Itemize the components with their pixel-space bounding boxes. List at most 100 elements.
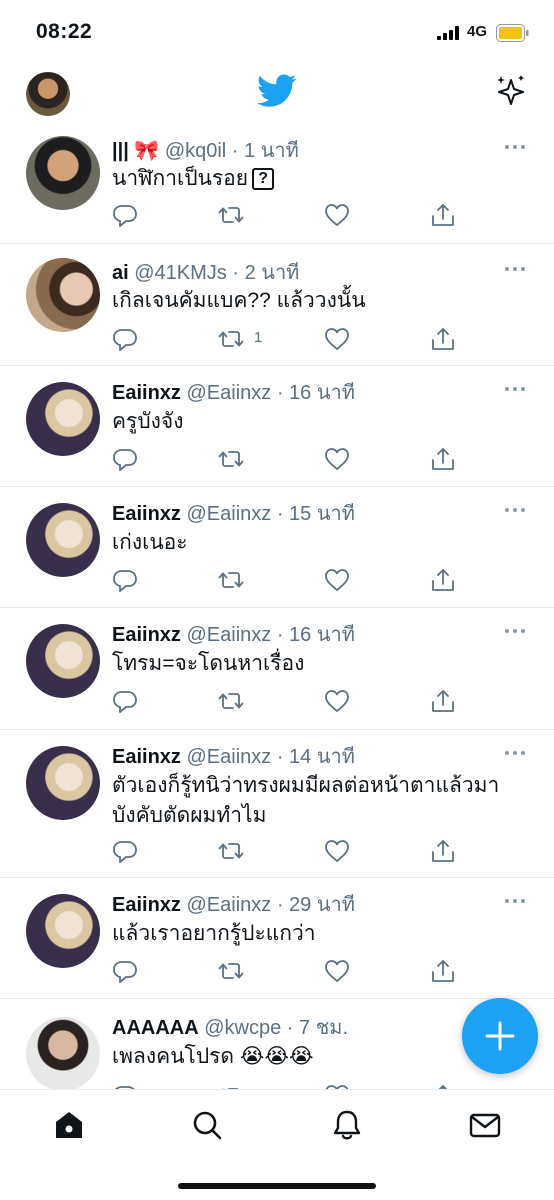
retweet-button[interactable] bbox=[218, 446, 244, 472]
tweet-avatar[interactable] bbox=[26, 624, 100, 698]
tweet[interactable]: Eaiinxz @Eaiinxz · 16 นาที ครูบังจัง bbox=[0, 366, 554, 487]
author-name[interactable]: Eaiinxz bbox=[112, 624, 181, 646]
separator-dot: · bbox=[271, 382, 290, 404]
separator-dot: · bbox=[281, 1017, 300, 1039]
author-name[interactable]: ||| 🎀 bbox=[112, 140, 159, 162]
author-handle[interactable]: @kq0il bbox=[165, 140, 226, 162]
retweet-button[interactable] bbox=[218, 688, 244, 714]
status-time: 08:22 bbox=[36, 20, 93, 43]
author-handle[interactable]: @Eaiinxz bbox=[186, 503, 271, 525]
sparkle-icon[interactable] bbox=[494, 74, 528, 108]
retweet-button[interactable] bbox=[218, 326, 244, 352]
tweet-text-content: ตัวเองก็รู้ทนิว่าทรงผมมีผลต่อหน้าตาแล้วม… bbox=[112, 774, 500, 827]
tweet[interactable]: ai @41KMJs · 2 นาที เกิลเจนคัมแบค?? แล้ว… bbox=[0, 244, 554, 366]
author-handle[interactable]: @Eaiinxz bbox=[186, 382, 271, 404]
author-name[interactable]: Eaiinxz bbox=[112, 894, 181, 916]
profile-avatar[interactable] bbox=[26, 72, 70, 116]
tweet-avatar[interactable] bbox=[26, 503, 100, 577]
heart-icon bbox=[325, 328, 349, 350]
like-button[interactable] bbox=[324, 567, 350, 593]
reply-button[interactable] bbox=[112, 202, 138, 228]
retweet-button[interactable] bbox=[218, 202, 244, 228]
retweet-button[interactable] bbox=[218, 567, 244, 593]
tweet-avatar[interactable] bbox=[26, 1017, 100, 1089]
share-button[interactable] bbox=[430, 688, 456, 714]
tab-search[interactable] bbox=[190, 1108, 224, 1142]
share-icon bbox=[432, 840, 454, 862]
tweet-header: AAAAAA @kwcpe · 7 ชม. bbox=[112, 1011, 494, 1043]
author-name[interactable]: AAAAAA bbox=[112, 1017, 199, 1039]
compose-tweet-button[interactable] bbox=[462, 998, 538, 1074]
more-options-icon[interactable] bbox=[502, 384, 528, 394]
share-button[interactable] bbox=[430, 838, 456, 864]
reply-icon bbox=[113, 329, 137, 351]
like-button[interactable] bbox=[324, 326, 350, 352]
tweet-header: ai @41KMJs · 2 นาที bbox=[112, 256, 494, 288]
tweet[interactable]: Eaiinxz @Eaiinxz · 15 นาที เก่งเนอะ bbox=[0, 487, 554, 608]
more-options-icon[interactable] bbox=[502, 264, 528, 274]
tweet-text-content: นาฬิกาเป็นรอย bbox=[112, 167, 249, 190]
battery-icon bbox=[496, 24, 529, 42]
author-handle[interactable]: @Eaiinxz bbox=[186, 746, 271, 768]
tweet-header: ||| 🎀 @kq0il · 1 นาที bbox=[112, 134, 494, 166]
like-button[interactable] bbox=[324, 202, 350, 228]
heart-icon bbox=[325, 448, 349, 470]
more-options-icon[interactable] bbox=[502, 626, 528, 636]
more-options-icon[interactable] bbox=[502, 142, 528, 152]
reply-button[interactable] bbox=[112, 838, 138, 864]
retweet-button[interactable] bbox=[218, 838, 244, 864]
author-name[interactable]: Eaiinxz bbox=[112, 746, 181, 768]
share-button[interactable] bbox=[430, 446, 456, 472]
author-handle[interactable]: @kwcpe bbox=[204, 1017, 281, 1039]
tweet[interactable]: Eaiinxz @Eaiinxz · 16 นาที โทรม=จะโดนหาเ… bbox=[0, 608, 554, 730]
timeline-feed[interactable]: ||| 🎀 @kq0il · 1 นาที นาฬิกาเป็นรอย? ai … bbox=[0, 126, 554, 1089]
reply-button[interactable] bbox=[112, 446, 138, 472]
author-name[interactable]: Eaiinxz bbox=[112, 503, 181, 525]
separator-dot: · bbox=[271, 894, 290, 916]
tweet-avatar[interactable] bbox=[26, 894, 100, 968]
plus-icon bbox=[485, 1021, 515, 1051]
tweet-actions bbox=[112, 202, 454, 228]
more-options-icon[interactable] bbox=[502, 896, 528, 906]
tweet-time: 7 ชม. bbox=[299, 1017, 349, 1039]
reply-button[interactable] bbox=[112, 958, 138, 984]
tweet[interactable]: Eaiinxz @Eaiinxz · 14 นาที ตัวเองก็รู้ทน… bbox=[0, 730, 554, 878]
retweet-count: 1 bbox=[254, 329, 263, 346]
author-handle[interactable]: @Eaiinxz bbox=[186, 894, 271, 916]
author-handle[interactable]: @Eaiinxz bbox=[186, 624, 271, 646]
author-name[interactable]: Eaiinxz bbox=[112, 382, 181, 404]
like-button[interactable] bbox=[324, 838, 350, 864]
tab-notifications[interactable] bbox=[330, 1108, 364, 1142]
tweet-avatar[interactable] bbox=[26, 382, 100, 456]
tweet-avatar[interactable] bbox=[26, 258, 100, 332]
share-button[interactable] bbox=[430, 567, 456, 593]
author-handle[interactable]: @41KMJs bbox=[134, 262, 227, 284]
tweet-time: 2 นาที bbox=[244, 262, 300, 284]
share-button[interactable] bbox=[430, 326, 456, 352]
more-options-icon[interactable] bbox=[502, 748, 528, 758]
tweet[interactable]: Eaiinxz @Eaiinxz · 29 นาที แล้วเราอยากรู… bbox=[0, 878, 554, 999]
tweet-avatar[interactable] bbox=[26, 136, 100, 210]
tweet[interactable]: ||| 🎀 @kq0il · 1 นาที นาฬิกาเป็นรอย? bbox=[0, 126, 554, 244]
share-icon bbox=[432, 960, 454, 982]
tab-home[interactable] bbox=[52, 1108, 86, 1142]
more-options-icon[interactable] bbox=[502, 505, 528, 515]
tweet-avatar[interactable] bbox=[26, 746, 100, 820]
like-button[interactable] bbox=[324, 446, 350, 472]
tweet-text-content: แล้วเราอยากรู้ปะแกว่า bbox=[112, 922, 316, 945]
tweet-text: นาฬิกาเป็นรอย? bbox=[112, 164, 528, 194]
author-name[interactable]: ai bbox=[112, 262, 129, 284]
reply-button[interactable] bbox=[112, 326, 138, 352]
like-button[interactable] bbox=[324, 958, 350, 984]
retweet-button[interactable] bbox=[218, 958, 244, 984]
twitter-bird-icon bbox=[257, 74, 297, 107]
tab-messages[interactable] bbox=[468, 1108, 502, 1142]
reply-button[interactable] bbox=[112, 688, 138, 714]
share-button[interactable] bbox=[430, 958, 456, 984]
tweet-time: 16 นาที bbox=[289, 382, 355, 404]
unknown-glyph-box: ? bbox=[252, 168, 275, 191]
share-button[interactable] bbox=[430, 202, 456, 228]
retweet-icon bbox=[218, 572, 244, 588]
reply-button[interactable] bbox=[112, 567, 138, 593]
like-button[interactable] bbox=[324, 688, 350, 714]
